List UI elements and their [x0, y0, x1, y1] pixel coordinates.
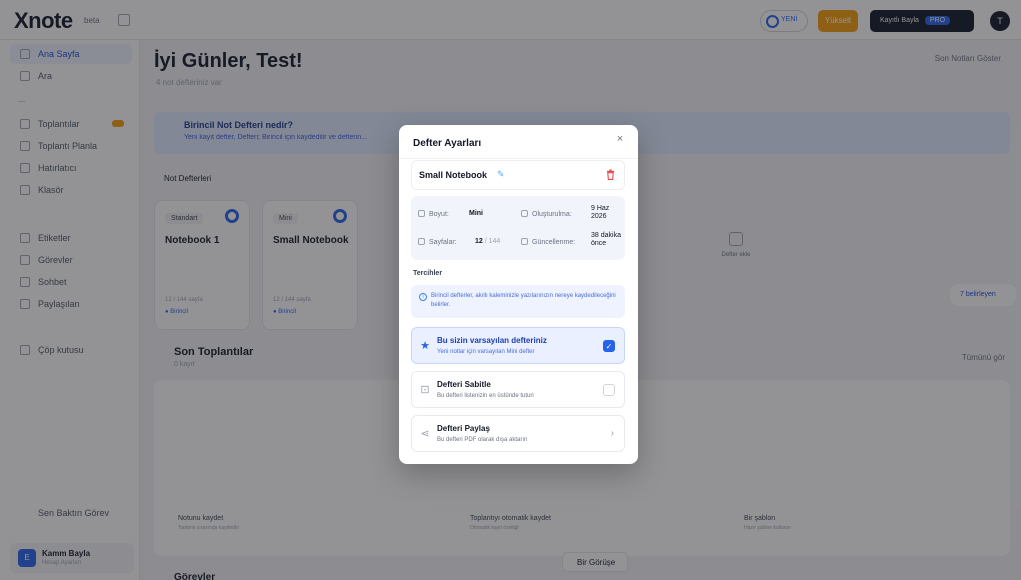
default-notebook-option[interactable]: ★ Bu sizin varsayılan defteriniz Yeni no…: [411, 327, 625, 364]
pages-icon: [418, 238, 425, 245]
option-subtitle: Yeni notlar için varsayılan Mini defter: [437, 349, 535, 355]
pages-used: 12: [475, 238, 483, 245]
option-title: Defteri Sabitle: [437, 380, 491, 389]
calendar-icon: [521, 210, 528, 217]
info-icon: i: [419, 293, 427, 301]
notebook-name-row: Small Notebook ✎: [411, 160, 625, 190]
updated-label-text: Güncellenme:: [532, 239, 576, 246]
size-label-text: Boyut:: [429, 211, 449, 218]
size-icon: [418, 210, 425, 217]
preferences-heading: Tercihler: [413, 270, 443, 277]
pages-label: Sayfalar:: [418, 238, 457, 246]
updated-value: 38 dakika önce: [591, 232, 621, 248]
edit-pencil-icon[interactable]: ✎: [497, 169, 505, 180]
pin-checkbox[interactable]: [603, 384, 615, 396]
option-subtitle: Bu defteri PDF olarak dışa aktarın: [437, 437, 528, 443]
notebook-settings-modal: Defter Ayarları × Small Notebook ✎ Boyut…: [399, 125, 638, 464]
modal-title: Defter Ayarları: [413, 138, 482, 149]
created-label-text: Oluşturulma:: [532, 211, 572, 218]
pages-value: 12 / 144: [475, 238, 500, 246]
clock-icon: [521, 238, 528, 245]
created-label: Oluşturulma:: [521, 210, 572, 218]
star-icon: ★: [420, 340, 430, 352]
option-subtitle: Bu defteri listenizin en üstünde tutun: [437, 393, 534, 399]
updated-label: Güncellenme:: [521, 238, 575, 246]
chevron-right-icon: ›: [610, 428, 614, 439]
close-icon[interactable]: ×: [613, 133, 627, 147]
pin-icon: ⊡: [420, 384, 430, 396]
default-checkbox[interactable]: ✓: [603, 340, 615, 352]
primary-info-note: i Birincil defterler, akıllı kaleminizle…: [411, 285, 625, 318]
option-title: Bu sizin varsayılan defteriniz: [437, 336, 547, 345]
share-icon: ⋖: [420, 428, 430, 440]
pages-total: / 144: [484, 238, 501, 245]
updated-value-line2: önce: [591, 240, 607, 247]
notebook-name: Small Notebook: [419, 170, 488, 180]
created-value-line1: 9 Haz: [591, 205, 610, 212]
size-value: Mini: [469, 210, 483, 217]
divider: [399, 158, 638, 159]
share-notebook-option[interactable]: ⋖ Defteri Paylaş Bu defteri PDF olarak d…: [411, 415, 625, 452]
notebook-info-card: Boyut: Mini Oluşturulma: 9 Haz 2026 Sayf…: [411, 196, 625, 260]
updated-value-line1: 38 dakika: [591, 232, 621, 239]
pages-label-text: Sayfalar:: [429, 239, 457, 246]
created-value-line2: 2026: [591, 213, 607, 220]
pin-notebook-option[interactable]: ⊡ Defteri Sabitle Bu defteri listenizin …: [411, 371, 625, 408]
created-value: 9 Haz 2026: [591, 205, 609, 221]
size-label: Boyut:: [418, 210, 449, 218]
trash-icon[interactable]: [606, 169, 615, 180]
info-note-text: Birincil defterler, akıllı kaleminizle y…: [431, 293, 616, 308]
option-title: Defteri Paylaş: [437, 424, 490, 433]
